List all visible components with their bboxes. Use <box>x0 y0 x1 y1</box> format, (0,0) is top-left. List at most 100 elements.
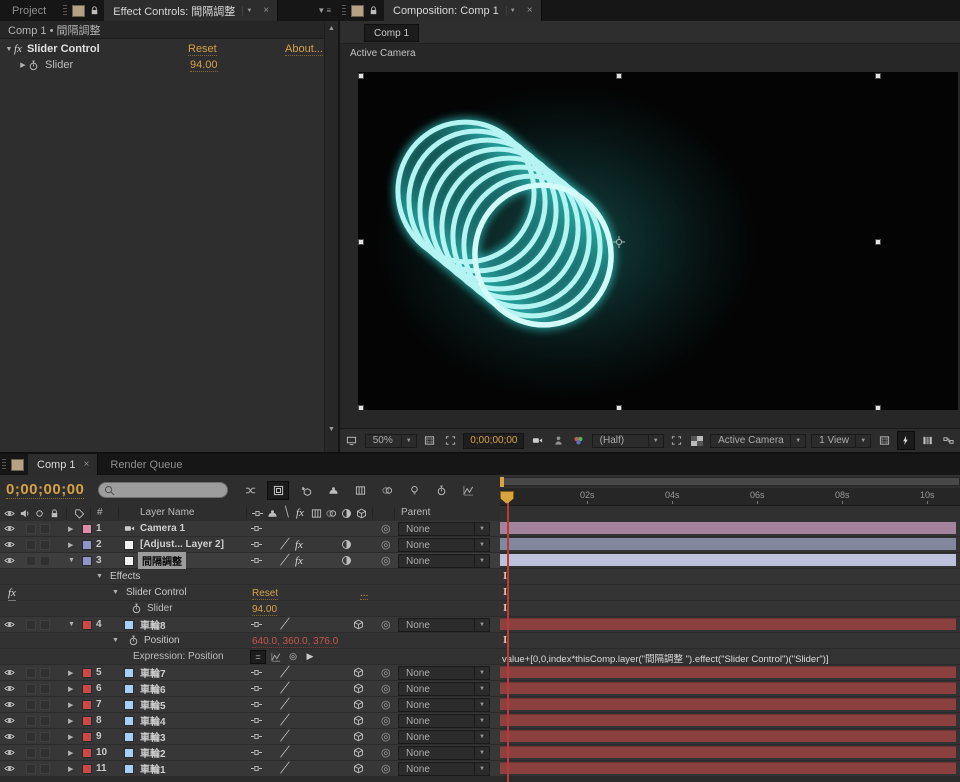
mini-flowchart-icon[interactable] <box>240 482 260 499</box>
parent-pickwhip-icon[interactable]: ◎ <box>381 553 391 568</box>
quality-switch[interactable]: ╱ <box>281 617 287 632</box>
lock-cell[interactable] <box>40 537 50 552</box>
parent-pickwhip-icon[interactable]: ◎ <box>381 729 391 744</box>
fast-previews-icon[interactable] <box>897 431 915 450</box>
fx-switch-icon[interactable]: fx <box>296 507 304 519</box>
quality-switch[interactable]: ╱ <box>281 553 287 568</box>
visibility-toggle[interactable] <box>4 537 15 552</box>
twirl-down-icon[interactable]: ▼ <box>112 633 122 648</box>
label-color[interactable] <box>82 617 92 632</box>
work-area-bar[interactable] <box>500 477 960 486</box>
preview-timecode[interactable]: 0;00;00;00 <box>463 433 524 449</box>
layer-name[interactable]: 車輪7 <box>140 665 166 680</box>
region-of-interest-icon[interactable] <box>669 432 685 449</box>
composition-viewport[interactable] <box>358 72 958 410</box>
panel-menu-icon[interactable]: ▼≡ <box>317 6 332 15</box>
cube-3d-switch[interactable] <box>353 713 364 728</box>
anchor-switch[interactable] <box>251 665 262 680</box>
layer-duration-bar[interactable] <box>500 682 956 694</box>
expression-pickwhip-icon[interactable]: ◎ <box>286 651 300 663</box>
transparency-grid-icon[interactable] <box>689 432 705 449</box>
about-ellipsis[interactable]: ... <box>360 587 368 600</box>
search-input[interactable] <box>118 484 222 497</box>
pixel-aspect-icon[interactable] <box>876 432 892 449</box>
label-color[interactable] <box>82 697 92 712</box>
fx-badge-icon[interactable]: fx <box>14 43 22 55</box>
quality-switch[interactable]: ╱ <box>281 713 287 728</box>
lock-cell[interactable] <box>40 665 50 680</box>
audio-cell[interactable] <box>26 745 36 760</box>
tab-comp1[interactable]: Comp 1 × <box>28 454 98 475</box>
layer-name[interactable]: 車輪5 <box>140 697 166 712</box>
layer-row-camera[interactable]: ▶ 1 Camera 1 ◎ None▼ <box>0 521 500 537</box>
tab-render-queue[interactable]: Render Queue <box>98 459 194 471</box>
visibility-toggle[interactable] <box>4 553 15 568</box>
tab-effect-controls[interactable]: Effect Controls: 間隔調整 ▼ × <box>104 0 278 21</box>
cube-3d-switch-icon[interactable] <box>356 508 367 519</box>
brainstorm-icon[interactable] <box>404 482 424 499</box>
selection-handle[interactable] <box>875 73 881 79</box>
anchor-switch[interactable] <box>251 697 262 712</box>
expression-graph-icon[interactable] <box>269 651 283 663</box>
parent-pickwhip-icon[interactable]: ◎ <box>381 745 391 760</box>
visibility-toggle[interactable] <box>4 681 15 696</box>
adjustment-switch-icon[interactable] <box>341 508 352 519</box>
cube-3d-switch[interactable] <box>353 681 364 696</box>
solo-column-icon[interactable] <box>34 508 45 519</box>
label-color[interactable] <box>82 553 92 568</box>
fx-switch[interactable]: fx <box>295 537 303 552</box>
selection-handle[interactable] <box>875 405 881 410</box>
anchor-switch[interactable] <box>251 553 262 568</box>
audio-cell[interactable] <box>26 665 36 680</box>
tab-dropdown-icon[interactable]: ▼ <box>506 6 519 16</box>
layer-name-selected[interactable]: 間隔調整 <box>138 553 186 568</box>
quality-switch[interactable]: ╱ <box>281 665 287 680</box>
show-channel-icon[interactable] <box>571 432 587 449</box>
lock-cell[interactable] <box>40 713 50 728</box>
parent-pickwhip-icon[interactable]: ◎ <box>381 665 391 680</box>
parent-pickwhip-icon[interactable]: ◎ <box>381 537 391 552</box>
selection-handle[interactable] <box>358 239 364 245</box>
expression-enable-icon[interactable]: = <box>250 650 266 664</box>
twirl-down-icon[interactable]: ▼ <box>96 569 106 584</box>
audio-cell[interactable] <box>26 521 36 536</box>
expand-arrow[interactable]: ▶ <box>68 665 78 680</box>
label-color[interactable] <box>82 681 92 696</box>
label-color[interactable] <box>82 745 92 760</box>
layer-duration-bar[interactable] <box>500 554 956 566</box>
anchor-switch[interactable] <box>251 521 262 536</box>
layer-row-ring[interactable]: ▶ 7 車輪5 ╱ ◎ None▼ <box>0 697 500 713</box>
parent-column-label[interactable]: Parent <box>401 507 430 518</box>
layer-row-selected[interactable]: ▼ 3 間隔調整 ╱ fx ◎ None▼ <box>0 553 500 569</box>
lock-cell[interactable] <box>40 553 50 568</box>
parent-dropdown[interactable]: None▼ <box>398 746 490 760</box>
layer-name-column-label[interactable]: Layer Name <box>140 507 194 518</box>
timeline-button-icon[interactable] <box>920 432 936 449</box>
panel-grip[interactable] <box>63 5 67 16</box>
selection-handle[interactable] <box>358 405 364 410</box>
anchor-switch[interactable] <box>251 681 262 696</box>
layer-duration-bar[interactable] <box>500 730 956 742</box>
collapse-arrow[interactable]: ▼ <box>68 617 78 632</box>
tab-close-icon[interactable]: × <box>260 5 272 16</box>
panel-lock-icon[interactable] <box>89 5 100 16</box>
collapse-arrow[interactable]: ▼ <box>68 553 78 568</box>
parent-dropdown[interactable]: None▼ <box>398 730 490 744</box>
expression-text[interactable]: value+[0,0,index*thisComp.layer("間隔調整 ")… <box>502 651 829 665</box>
track-row-adjustment[interactable] <box>500 537 960 553</box>
track-row-ring8[interactable] <box>500 617 960 633</box>
expand-arrow[interactable]: ▶ <box>68 697 78 712</box>
expand-arrow[interactable]: ▶ <box>68 681 78 696</box>
current-timecode[interactable]: 0;00;00;00 <box>6 481 84 499</box>
draft-3d-icon[interactable] <box>296 482 316 499</box>
tab-dropdown-icon[interactable]: ▼ <box>242 6 255 16</box>
visibility-toggle[interactable] <box>4 665 15 680</box>
expand-arrow[interactable]: ▶ <box>68 521 78 536</box>
track-row-ring[interactable] <box>500 745 960 761</box>
layer-name[interactable]: 車輪6 <box>140 681 166 696</box>
twirl-right-icon[interactable]: ▶ <box>18 61 28 69</box>
layer-row-ring[interactable]: ▶ 5 車輪7 ╱ ◎ None▼ <box>0 665 500 681</box>
parent-pickwhip-icon[interactable]: ◎ <box>381 521 391 536</box>
playhead-line[interactable] <box>507 491 509 782</box>
position-value[interactable]: 640.0, 360.0, 376.0 <box>252 635 338 648</box>
